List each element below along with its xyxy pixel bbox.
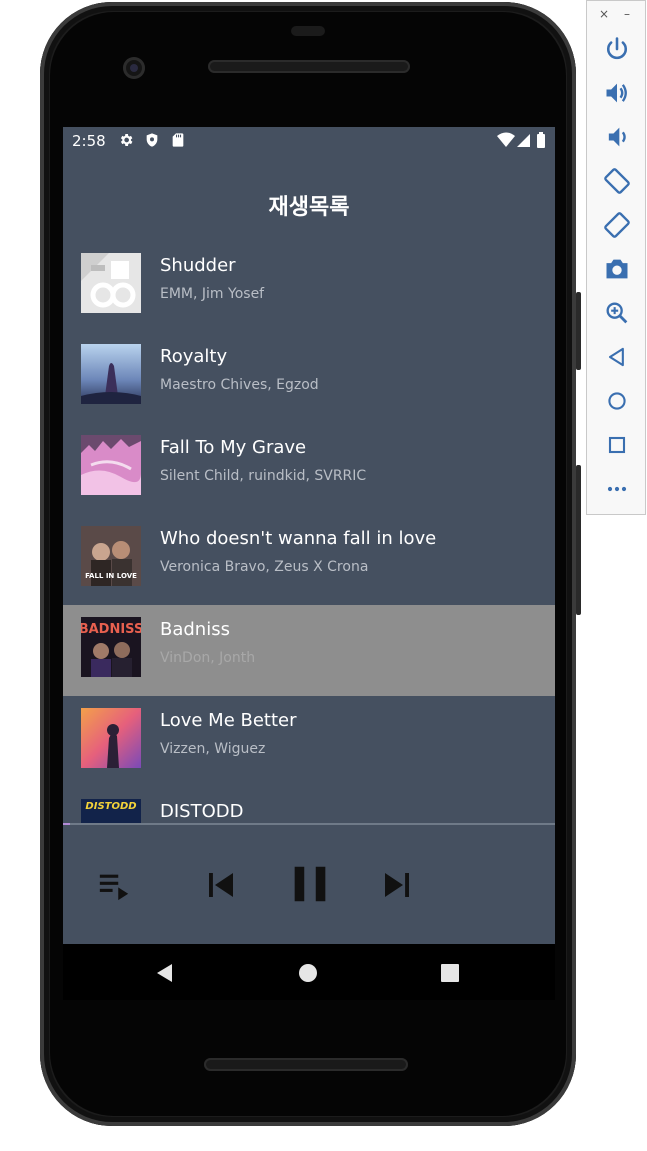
volume-up-icon[interactable] (603, 79, 631, 107)
sd-card-icon (172, 133, 184, 147)
recents-icon[interactable] (440, 963, 460, 983)
track-title: Who doesn't wanna fall in love (160, 528, 437, 549)
volume-rocker (576, 292, 581, 370)
shield-icon (146, 133, 158, 147)
bottom-speaker (204, 1058, 408, 1071)
list-item[interactable]: Royalty Maestro Chives, Egzod (63, 332, 555, 423)
track-artist: VinDon, Jonth (160, 650, 256, 666)
album-art-text: FALL IN LOVE (85, 572, 137, 580)
status-time: 2:58 (72, 132, 106, 150)
skip-previous-icon[interactable] (203, 867, 239, 903)
rotate-left-icon[interactable] (603, 167, 631, 195)
android-nav-bar (63, 944, 555, 1000)
app-screen: 2:58 재생목록 Shudder EMM, Jim Yosef Royalty… (63, 127, 555, 944)
power-icon[interactable] (603, 35, 631, 63)
earpiece-slot (291, 26, 325, 36)
zoom-icon[interactable] (603, 299, 631, 327)
track-title: Fall To My Grave (160, 437, 307, 458)
track-title: DISTODD (160, 801, 244, 822)
page-title: 재생목록 (268, 195, 350, 220)
track-artist: Vizzen, Wiguez (160, 741, 266, 757)
album-art (81, 435, 141, 495)
track-artist: Maestro Chives, Egzod (160, 377, 319, 393)
list-item[interactable]: DISTODD DISTODD (63, 787, 555, 824)
pause-icon[interactable] (287, 861, 333, 907)
album-art-text: BADNISS (81, 622, 141, 637)
front-camera (123, 57, 145, 79)
overview-icon[interactable] (603, 431, 631, 459)
close-button[interactable]: × (599, 7, 609, 21)
album-art: BADNISS (81, 617, 141, 677)
list-item[interactable]: Love Me Better Vizzen, Wiguez (63, 696, 555, 787)
album-art (81, 253, 141, 313)
wifi-icon (497, 132, 515, 147)
camera-icon[interactable] (603, 255, 631, 283)
playlist-icon[interactable] (97, 869, 131, 903)
list-item[interactable]: Fall To My Grave Silent Child, ruindkid,… (63, 423, 555, 514)
more-icon[interactable] (603, 475, 631, 503)
album-art-text: DISTODD (85, 801, 136, 812)
rotate-right-icon[interactable] (603, 211, 631, 239)
track-title: Shudder (160, 255, 236, 276)
track-artist: Silent Child, ruindkid, SVRRIC (160, 468, 367, 484)
track-artist: EMM, Jim Yosef (160, 286, 265, 302)
list-item[interactable]: FALL IN LOVE Who doesn't wanna fall in l… (63, 514, 555, 605)
top-speaker (208, 60, 410, 73)
gear-icon (120, 134, 133, 146)
volume-down-icon[interactable] (603, 123, 631, 151)
back-icon[interactable] (603, 343, 631, 371)
playlist-list[interactable]: Shudder EMM, Jim Yosef Royalty Maestro C… (63, 241, 555, 824)
power-side-button (576, 465, 581, 615)
list-item-selected[interactable]: BADNISS Badniss VinDon, Jonth (63, 605, 555, 696)
back-icon[interactable] (155, 963, 175, 983)
status-bar: 2:58 (63, 127, 555, 155)
album-art (81, 344, 141, 404)
album-art: DISTODD (81, 799, 141, 824)
emulator-toolbar: × – (586, 0, 646, 515)
track-title: Love Me Better (160, 710, 297, 731)
home-icon[interactable] (298, 963, 318, 983)
skip-next-icon[interactable] (379, 867, 415, 903)
track-artist: Veronica Bravo, Zeus X Crona (160, 559, 369, 575)
signal-icon (517, 134, 530, 147)
album-art (81, 708, 141, 768)
track-title: Badniss (160, 619, 230, 640)
minimize-button[interactable]: – (624, 7, 630, 21)
album-art: FALL IN LOVE (81, 526, 141, 586)
home-icon[interactable] (603, 387, 631, 415)
track-title: Royalty (160, 346, 228, 367)
status-right-icons (497, 132, 545, 148)
list-item[interactable]: Shudder EMM, Jim Yosef (63, 241, 555, 332)
battery-icon (537, 134, 545, 148)
player-controls (63, 825, 555, 944)
